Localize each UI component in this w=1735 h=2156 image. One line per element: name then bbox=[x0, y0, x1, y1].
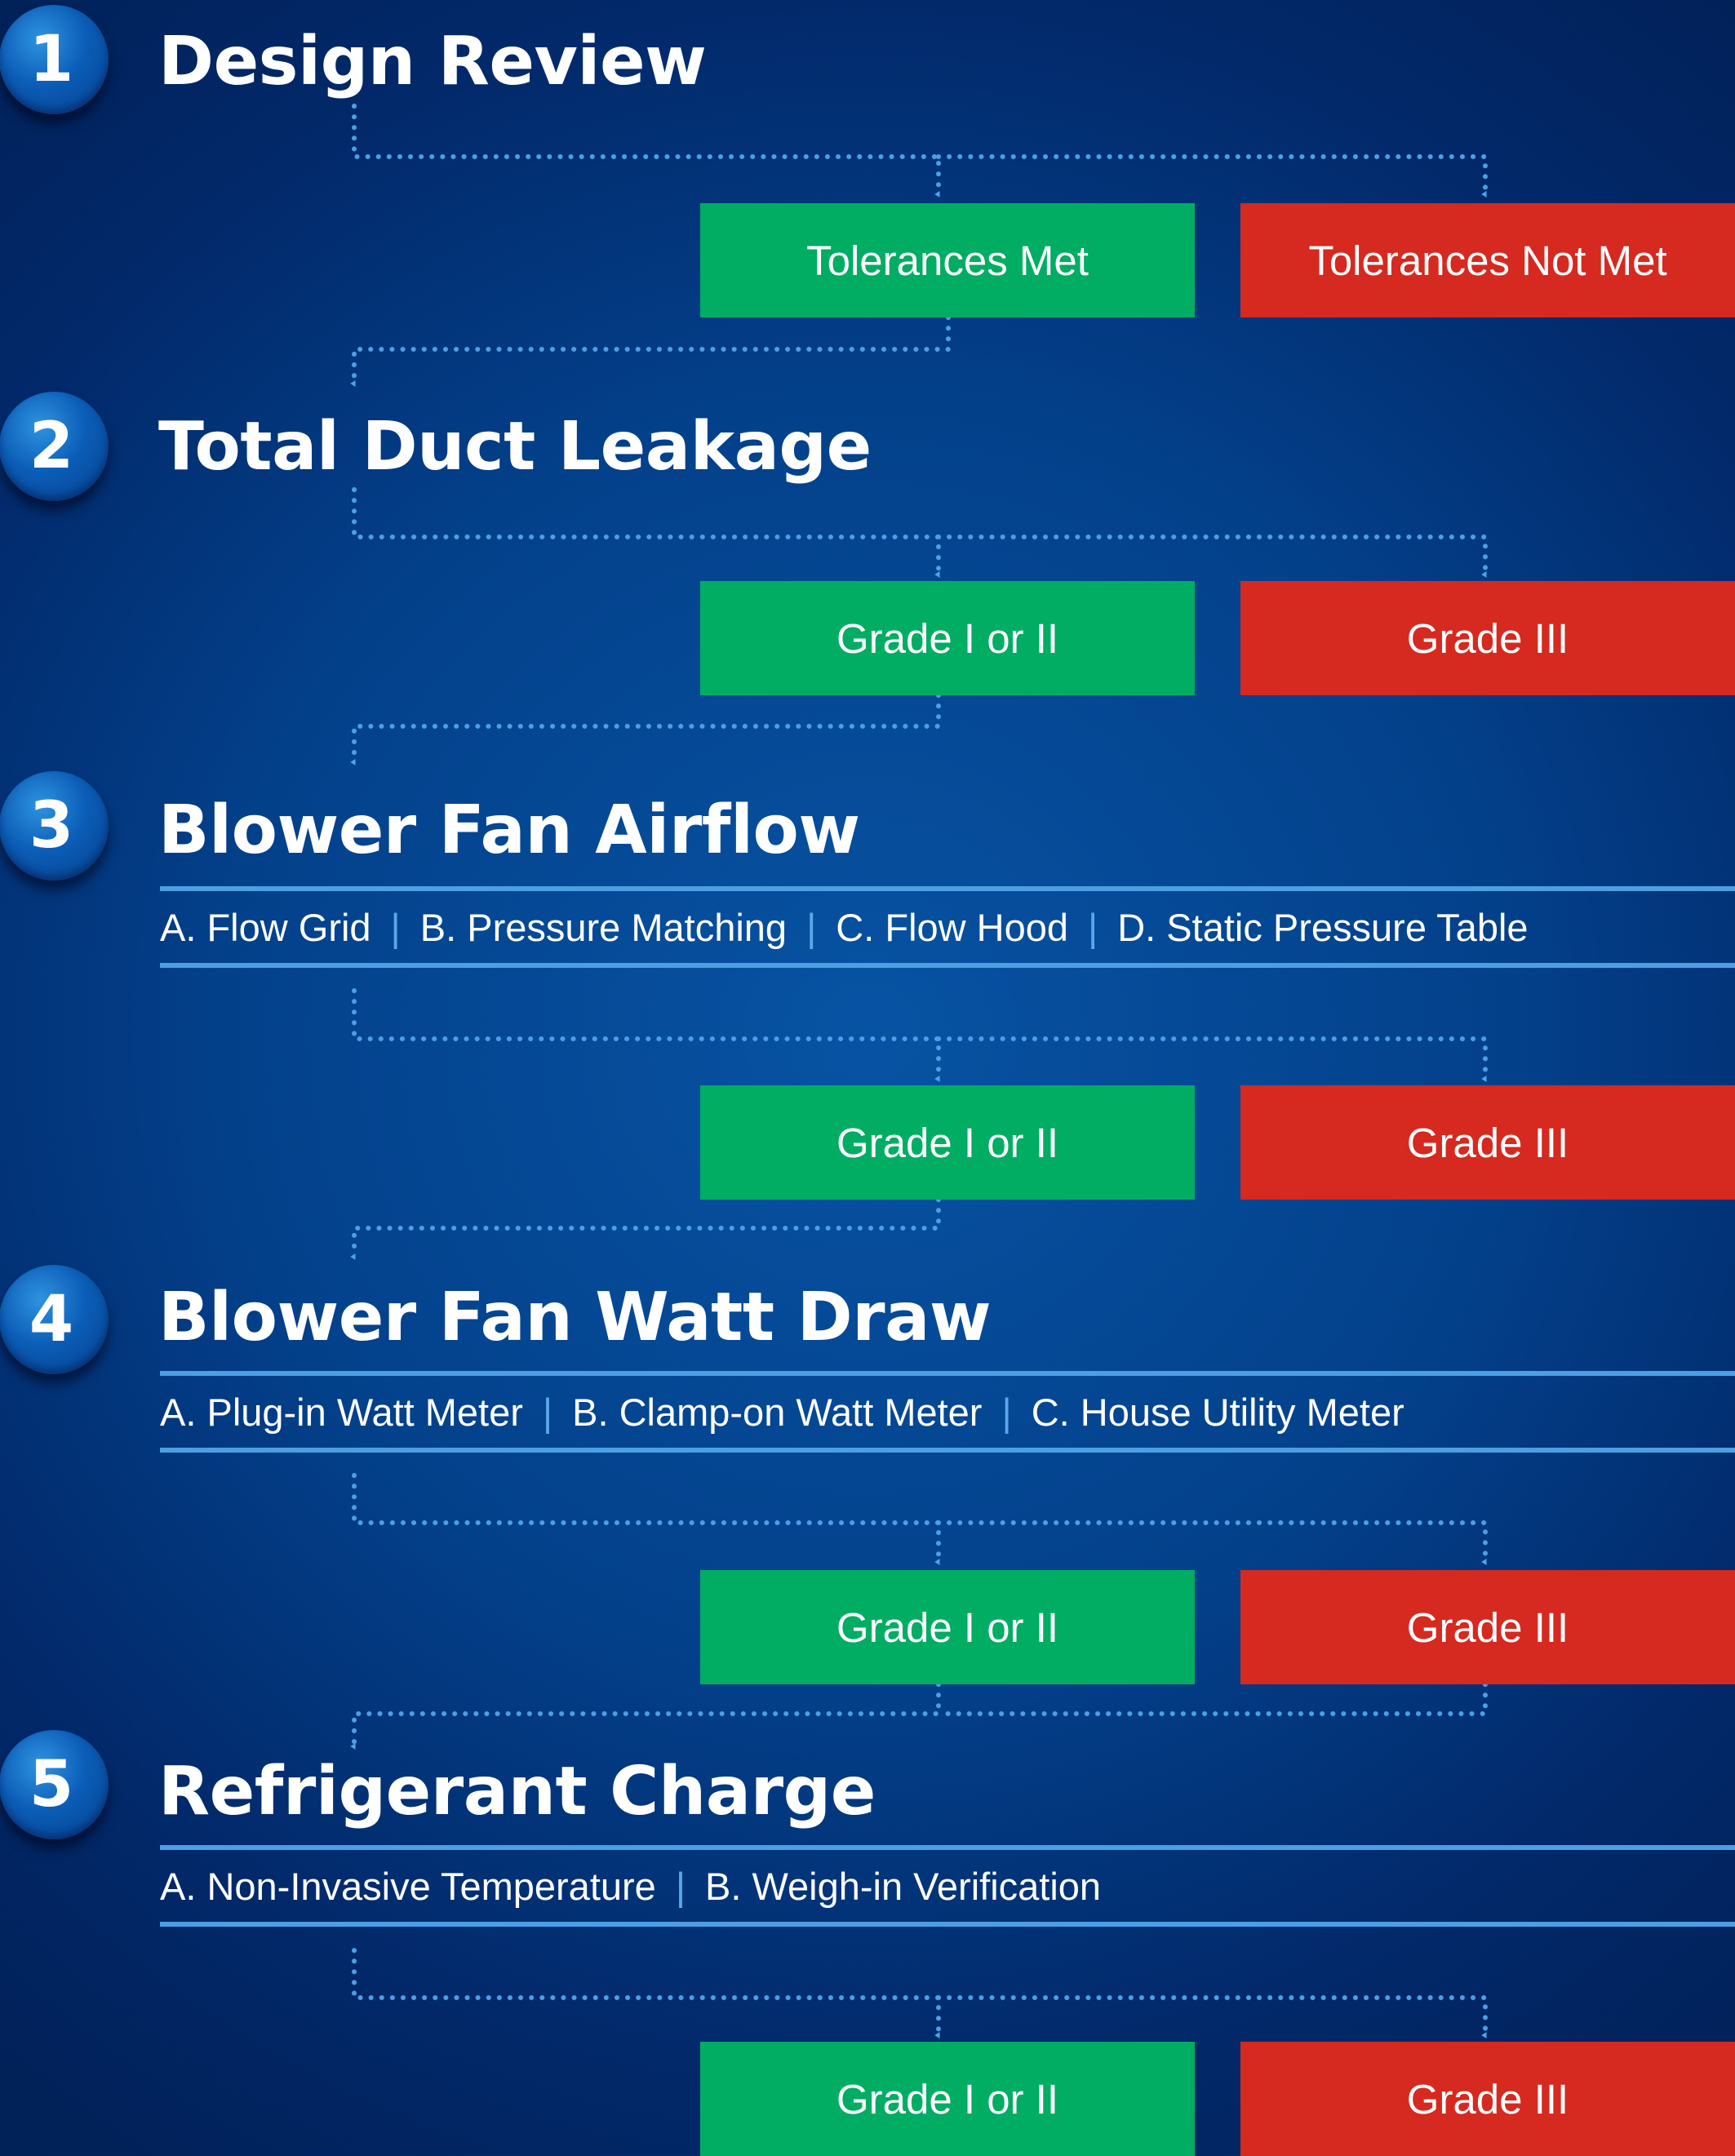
method-separator: | bbox=[1088, 905, 1098, 949]
step-title: Blower Fan Watt Draw bbox=[158, 1279, 992, 1356]
step-number-badge: 4 bbox=[0, 1265, 109, 1374]
method-list: A. Plug-in Watt Meter | B. Clamp-on Watt… bbox=[160, 1371, 1735, 1453]
step-number-badge: 1 bbox=[0, 5, 109, 114]
step-number-badge: 2 bbox=[0, 392, 109, 501]
step-number: 4 bbox=[29, 1283, 74, 1356]
connector-layer bbox=[350, 104, 1488, 2038]
method-item: A. Plug-in Watt Meter bbox=[160, 1390, 523, 1434]
method-list: A. Non-Invasive Temperature | B. Weigh-i… bbox=[160, 1845, 1735, 1927]
connector-pass2-to-step3 bbox=[350, 693, 941, 765]
method-item: A. Flow Grid bbox=[160, 905, 371, 949]
connector-step5-to-fail bbox=[936, 1995, 1488, 2038]
method-separator: | bbox=[675, 1864, 686, 1908]
outcome-fail: Grade III bbox=[1240, 581, 1735, 695]
method-item: C. Flow Hood bbox=[836, 905, 1069, 949]
method-separator: | bbox=[542, 1390, 553, 1434]
connector-step3-to-pass bbox=[352, 988, 941, 1082]
step-number: 1 bbox=[29, 23, 74, 96]
outcome-fail: Grade III bbox=[1240, 1085, 1735, 1200]
method-separator: | bbox=[390, 905, 401, 949]
step-title: Total Duct Leakage bbox=[158, 408, 872, 486]
outcome-fail: Tolerances Not Met bbox=[1240, 203, 1735, 317]
method-item: B. Clamp-on Watt Meter bbox=[572, 1390, 983, 1434]
connector-step2-to-fail bbox=[936, 535, 1488, 578]
step-number: 3 bbox=[29, 789, 74, 863]
outcome-fail: Grade III bbox=[1240, 1570, 1735, 1684]
method-list: A. Flow Grid | B. Pressure Matching | C.… bbox=[160, 886, 1735, 968]
outcome-pass: Grade I or II bbox=[700, 1085, 1195, 1200]
method-item: B. Pressure Matching bbox=[419, 905, 788, 949]
connector-step1-to-pass bbox=[352, 104, 941, 197]
method-item: C. House Utility Meter bbox=[1031, 1390, 1404, 1434]
outcome-pass: Tolerances Met bbox=[700, 203, 1195, 317]
method-separator: | bbox=[1001, 1390, 1012, 1434]
connector-step1-to-fail bbox=[936, 154, 1488, 197]
connector-step2-to-pass bbox=[352, 487, 941, 578]
connector-pass1-to-step2 bbox=[350, 315, 951, 387]
step-number-badge: 3 bbox=[0, 771, 109, 881]
method-separator: | bbox=[806, 905, 817, 949]
step-number: 2 bbox=[29, 410, 74, 483]
outcome-pass: Grade I or II bbox=[700, 581, 1195, 695]
method-item: A. Non-Invasive Temperature bbox=[160, 1864, 656, 1908]
connector-pass4-to-step5 bbox=[350, 1682, 941, 1750]
outcome-pass: Grade I or II bbox=[700, 2042, 1195, 2156]
connector-step4-to-fail bbox=[936, 1520, 1488, 1565]
step-title: Blower Fan Airflow bbox=[158, 792, 860, 869]
step-number-badge: 5 bbox=[0, 1730, 109, 1839]
connector-pass3-to-step4 bbox=[350, 1197, 941, 1260]
step-title: Design Review bbox=[158, 23, 707, 100]
step-title: Refrigerant Charge bbox=[158, 1753, 876, 1830]
step-number: 5 bbox=[29, 1748, 74, 1821]
outcome-fail: Grade III bbox=[1240, 2042, 1735, 2156]
connector-step5-to-pass bbox=[352, 1948, 941, 2038]
connector-step4-to-pass bbox=[352, 1473, 941, 1565]
method-item: D. Static Pressure Table bbox=[1117, 905, 1529, 949]
connector-step3-to-fail bbox=[936, 1036, 1488, 1082]
method-item: B. Weigh-in Verification bbox=[705, 1864, 1102, 1908]
connector-fail4-to-step5 bbox=[936, 1682, 1488, 1716]
outcome-pass: Grade I or II bbox=[700, 1570, 1195, 1684]
